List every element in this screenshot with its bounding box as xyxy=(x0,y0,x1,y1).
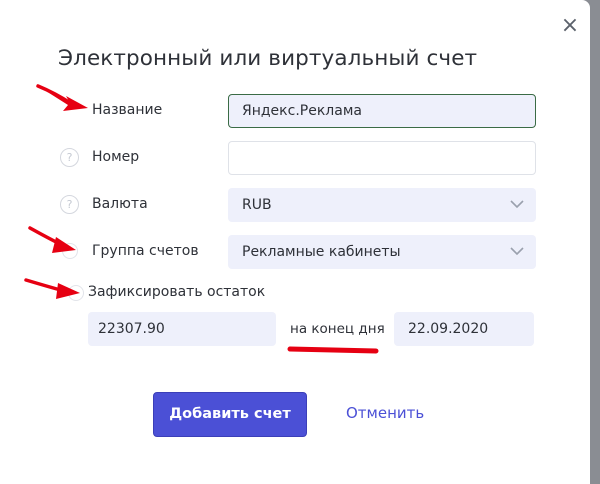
help-icon[interactable]: ? xyxy=(60,148,79,167)
help-icon[interactable] xyxy=(62,243,78,259)
add-account-button[interactable]: Добавить счет xyxy=(153,392,307,437)
fix-balance-label: Зафиксировать остаток xyxy=(88,284,266,300)
currency-value: RUB xyxy=(242,197,272,213)
chevron-down-icon xyxy=(510,247,524,256)
help-icon[interactable]: ? xyxy=(60,195,79,214)
group-label: Группа счетов xyxy=(92,243,199,259)
currency-label: Валюта xyxy=(92,196,148,212)
balance-date-input[interactable]: 22.09.2020 xyxy=(394,312,534,346)
balance-amount-input[interactable]: 22307.90 xyxy=(88,312,276,346)
currency-select[interactable]: RUB xyxy=(228,188,536,222)
number-label: Номер xyxy=(92,149,140,165)
end-of-day-label: на конец дня xyxy=(290,321,385,337)
account-group-select[interactable]: Рекламные кабинеты xyxy=(228,235,536,269)
chevron-down-icon xyxy=(510,200,524,209)
name-input[interactable]: Яндекс.Реклама xyxy=(228,94,536,128)
account-group-value: Рекламные кабинеты xyxy=(242,244,401,260)
fix-balance-checkbox[interactable] xyxy=(68,285,84,301)
close-icon[interactable]: × xyxy=(560,15,580,37)
number-input[interactable] xyxy=(228,141,536,175)
cancel-link[interactable]: Отменить xyxy=(346,404,424,422)
dialog-title: Электронный или виртуальный счет xyxy=(58,46,478,71)
name-label: Название xyxy=(92,102,163,118)
add-account-dialog: × Электронный или виртуальный счет Назва… xyxy=(0,0,590,484)
